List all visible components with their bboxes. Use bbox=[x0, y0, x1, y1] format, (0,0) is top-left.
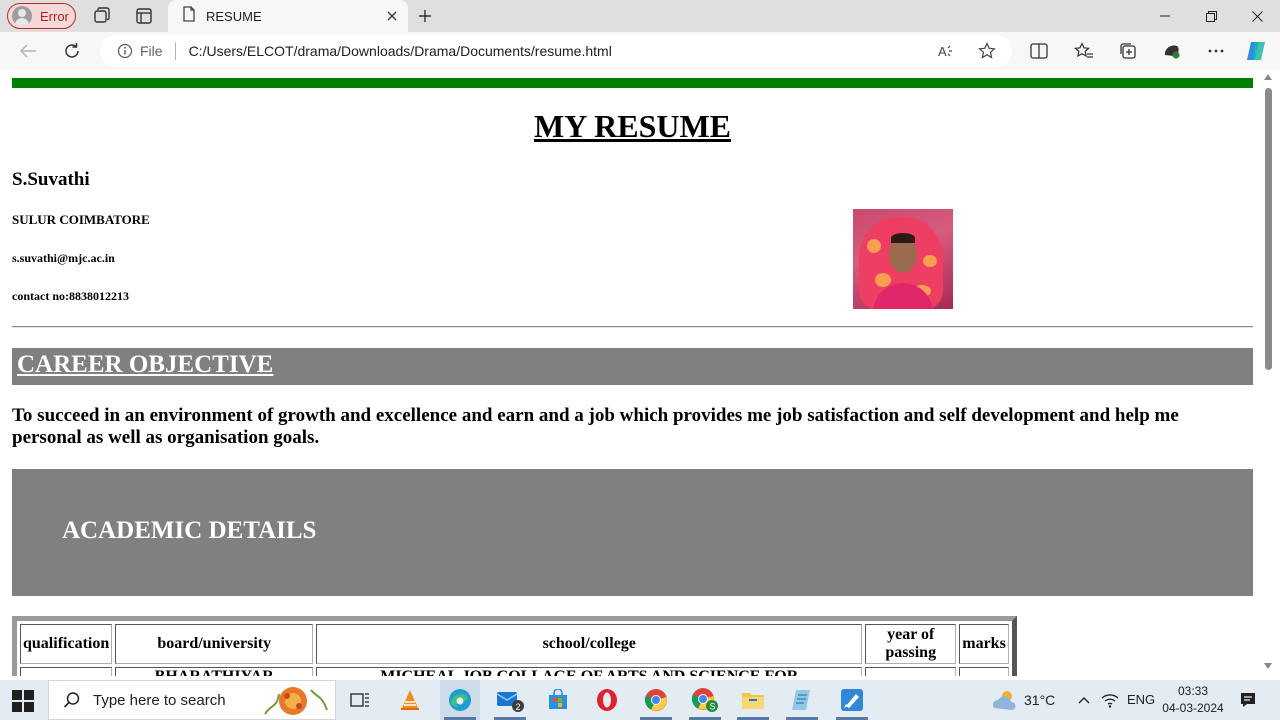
favorites-icon[interactable] bbox=[1072, 40, 1096, 62]
search-icon bbox=[63, 691, 81, 709]
divider bbox=[12, 326, 1253, 328]
page-title: MY RESUME bbox=[533, 108, 732, 144]
academic-details-section: ACADEMIC DETAILS bbox=[12, 469, 1253, 596]
close-window-icon[interactable] bbox=[1234, 0, 1280, 32]
tab-title: RESUME bbox=[206, 8, 262, 24]
candidate-email: s.suvathi@mjc.ac.in bbox=[12, 251, 115, 265]
extensions-icon[interactable] bbox=[1160, 40, 1184, 62]
table-header-row: qualification board/university school/co… bbox=[20, 624, 1009, 664]
task-view-icon[interactable] bbox=[340, 684, 380, 716]
chrome-profile-icon[interactable]: S bbox=[685, 684, 725, 716]
avatar bbox=[12, 6, 32, 26]
weather-icon[interactable] bbox=[984, 684, 1024, 716]
scroll-down-icon[interactable] bbox=[1264, 663, 1272, 669]
vlc-icon[interactable] bbox=[390, 684, 430, 716]
clock-date: 04-03-2024 bbox=[1162, 701, 1224, 715]
career-objective-section: CAREER OBJECTIVE bbox=[12, 348, 1253, 385]
close-tab-icon[interactable] bbox=[384, 8, 400, 24]
table-row: BHARATHIYAR MICHEAL JOB COLLAGE OF ARTS … bbox=[20, 667, 1009, 676]
profile-status-label: Error bbox=[40, 8, 69, 24]
windows-start-icon[interactable] bbox=[12, 690, 34, 712]
career-objective-text: To succeed in an environment of growth a… bbox=[12, 405, 1179, 448]
page-viewport: MY RESUME S.Suvathi SULUR COIMBATORE s.s… bbox=[4, 70, 1261, 676]
scroll-thumb[interactable] bbox=[1265, 88, 1272, 370]
col-header-year: year of passing bbox=[865, 624, 957, 664]
table-cell: MICHEAL JOB COLLAGE OF ARTS AND SCIENCE … bbox=[316, 667, 863, 676]
paint-app-icon[interactable] bbox=[832, 684, 872, 716]
mail-icon[interactable]: 2 bbox=[490, 684, 530, 716]
scheme-label: File bbox=[140, 43, 163, 59]
collections-icon[interactable] bbox=[1116, 40, 1140, 62]
address-bar[interactable]: File C:/Users/ELCOT/drama/Downloads/Dram… bbox=[100, 35, 1012, 67]
minimize-icon[interactable] bbox=[1142, 0, 1188, 32]
file-explorer-icon[interactable] bbox=[733, 684, 773, 716]
col-header-marks: marks bbox=[959, 624, 1009, 664]
weather-temperature[interactable]: 31°C bbox=[1024, 692, 1055, 708]
copilot-icon[interactable] bbox=[1245, 40, 1269, 62]
vertical-tabs-icon[interactable] bbox=[134, 6, 154, 26]
academic-details-heading: ACADEMIC DETAILS bbox=[62, 517, 317, 544]
col-header-school: school/college bbox=[316, 624, 863, 664]
page-scrollbar[interactable] bbox=[1261, 70, 1276, 676]
candidate-name: S.Suvathi bbox=[12, 169, 90, 190]
notepad-icon[interactable] bbox=[782, 684, 822, 716]
header-accent-bar bbox=[12, 78, 1253, 88]
read-aloud-icon[interactable]: A bbox=[935, 40, 957, 62]
notification-icon[interactable] bbox=[1230, 684, 1266, 716]
restore-icon[interactable] bbox=[1188, 0, 1234, 32]
store-icon[interactable] bbox=[538, 684, 578, 716]
col-header-board: board/university bbox=[115, 624, 314, 664]
academic-table: qualification board/university school/co… bbox=[12, 616, 1017, 676]
career-objective-heading: CAREER OBJECTIVE bbox=[17, 351, 274, 378]
network-icon[interactable] bbox=[1092, 684, 1128, 716]
search-placeholder: Type here to search bbox=[93, 691, 226, 709]
chrome-icon[interactable] bbox=[636, 684, 676, 716]
svg-text:A: A bbox=[938, 44, 947, 59]
table-cell bbox=[865, 667, 957, 676]
opera-icon[interactable] bbox=[587, 684, 627, 716]
url-text[interactable]: C:/Users/ELCOT/drama/Downloads/Drama/Doc… bbox=[189, 43, 612, 59]
profile-photo bbox=[853, 209, 953, 309]
table-cell: BHARATHIYAR bbox=[115, 667, 314, 676]
back-icon[interactable] bbox=[16, 40, 40, 62]
edge-browser-icon[interactable] bbox=[440, 684, 480, 716]
browser-tab-strip: Error RESUME bbox=[0, 0, 1280, 32]
new-tab-icon[interactable] bbox=[414, 6, 436, 26]
split-screen-icon[interactable] bbox=[1027, 40, 1051, 62]
clock-time: 03:33 bbox=[1177, 684, 1209, 698]
divider bbox=[174, 42, 176, 60]
search-highlight-image bbox=[263, 684, 329, 718]
refresh-icon[interactable] bbox=[60, 40, 84, 62]
col-header-qualification: qualification bbox=[20, 624, 113, 664]
candidate-address: SULUR COIMBATORE bbox=[12, 212, 150, 227]
language-indicator[interactable]: ENG bbox=[1127, 692, 1155, 707]
taskbar-search-box[interactable]: Type here to search bbox=[48, 680, 336, 720]
scroll-up-icon[interactable] bbox=[1264, 74, 1272, 80]
workspaces-icon[interactable] bbox=[92, 6, 112, 26]
page-icon bbox=[182, 5, 196, 27]
more-options-icon[interactable] bbox=[1204, 40, 1228, 62]
favorite-star-icon[interactable] bbox=[976, 40, 998, 62]
profile-button[interactable]: Error bbox=[7, 3, 76, 29]
navigation-bar: File C:/Users/ELCOT/drama/Downloads/Dram… bbox=[0, 32, 1280, 70]
svg-text:S: S bbox=[710, 702, 716, 712]
taskbar: Type here to search 2 S 31°C ENG 03:33 0… bbox=[0, 680, 1280, 720]
table-cell bbox=[959, 667, 1009, 676]
table-cell bbox=[20, 667, 113, 676]
mail-badge: 2 bbox=[516, 702, 521, 712]
candidate-contact: contact no:8838012213 bbox=[12, 289, 129, 303]
info-icon[interactable] bbox=[116, 42, 134, 60]
tab-resume[interactable]: RESUME bbox=[168, 0, 408, 32]
clock[interactable]: 03:33 04-03-2024 bbox=[1160, 683, 1226, 717]
